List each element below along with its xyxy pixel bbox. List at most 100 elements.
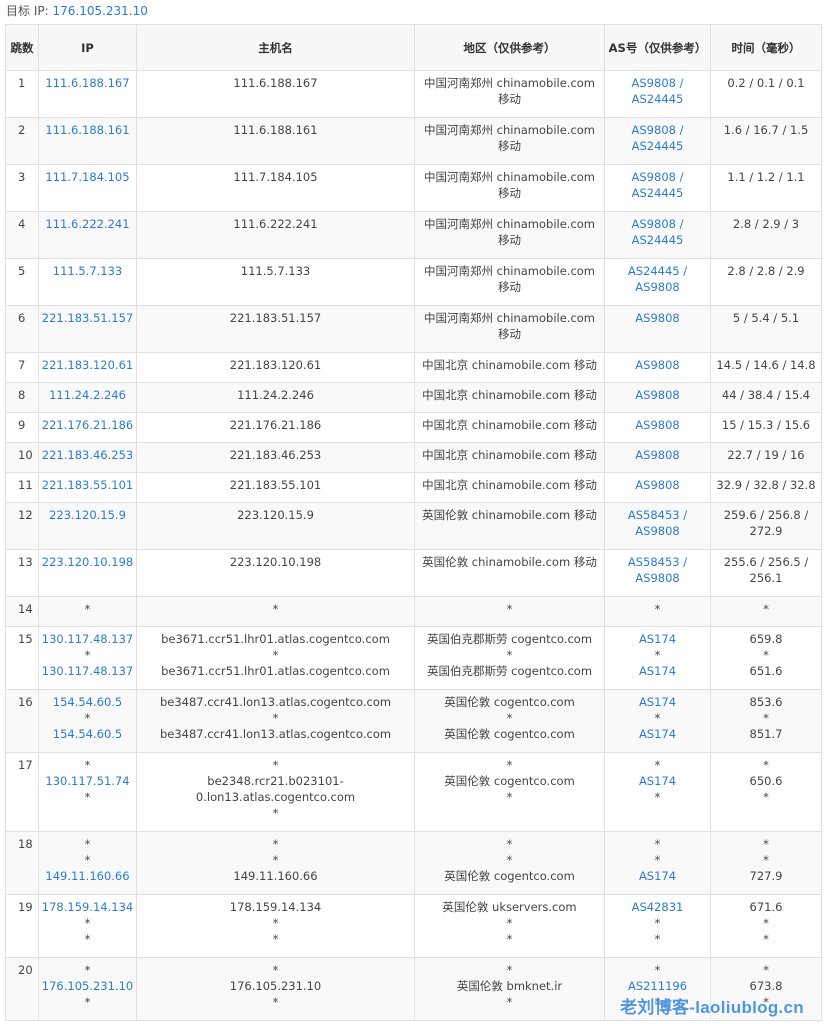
time-line: 44 / 38.4 / 15.4 [721,388,811,402]
ip-line[interactable]: 221.183.51.157 [41,310,134,326]
as-line[interactable]: AS24445 [607,232,708,248]
host-line: 111.6.188.161 [233,123,318,137]
time-line: 272.9 [749,524,783,538]
host-line: be3671.ccr51.lhr01.atlas.cogentco.com [161,664,390,678]
region-line: 英国伦敦 chinamobile.com 移动 [422,508,597,522]
region-cell: 中国河南郑州 chinamobile.com 移动 [414,70,605,118]
ip-cell: 111.6.222.241 [38,211,137,259]
table-row: 6 221.183.51.157 221.183.51.157 中国河南郑州 chin… [5,305,822,353]
as-line[interactable]: AS9808 / [607,122,708,138]
as-cell: AS9808 [604,305,711,353]
region-cell: 中国河南郑州 chinamobile.com 移动 [414,305,605,353]
as-line: * [654,648,661,662]
ip-cell: 221.183.120.61 [38,352,137,383]
ip-line[interactable]: 176.105.231.10 [41,978,134,994]
as-line[interactable]: AS9808 / [607,75,708,91]
as-line[interactable]: AS211196 [607,978,708,994]
as-line[interactable]: AS174 [607,631,708,647]
region-cell: 中国河南郑州 chinamobile.com 移动 [414,211,605,259]
ip-line[interactable]: 111.6.188.167 [41,75,134,91]
as-line[interactable]: AS9808 [607,417,708,433]
as-line[interactable]: AS9808 [607,310,708,326]
as-line[interactable]: AS9808 / [607,169,708,185]
as-line: * [654,916,661,930]
ip-line[interactable]: 154.54.60.5 [41,726,134,742]
time-line: 2.8 / 2.9 / 3 [732,217,800,231]
as-line[interactable]: AS9808 [607,447,708,463]
time-line: 259.6 / 256.8 / [723,508,809,522]
ip-line[interactable]: 221.183.46.253 [41,447,134,463]
hop-cell: 16 [5,689,39,753]
as-line[interactable]: AS174 [607,726,708,742]
as-line[interactable]: AS9808 [607,523,708,539]
ip-line[interactable]: 130.117.48.137 [41,663,134,679]
ip-line[interactable]: 223.120.15.9 [41,507,134,523]
table-row: 3 111.7.184.105 111.7.184.105 中国河南郑州 chinam… [5,164,822,212]
as-line[interactable]: AS174 [607,694,708,710]
as-line[interactable]: AS174 [607,773,708,789]
time-cell: 0.2 / 0.1 / 0.1 [710,70,822,118]
host-line: 111.5.7.133 [240,264,311,278]
region-line: * [506,711,513,725]
as-line[interactable]: AS58453 / [607,554,708,570]
as-line[interactable]: AS9808 [607,570,708,586]
ip-line[interactable]: 149.11.160.66 [41,868,134,884]
target-ip[interactable]: 176.105.231.10 [52,4,147,18]
hop-cell: 11 [5,472,39,503]
ip-line[interactable]: 130.117.48.137 [41,631,134,647]
as-cell: AS9808 [604,382,711,413]
ip-line[interactable]: 154.54.60.5 [41,694,134,710]
ip-line[interactable]: 111.7.184.105 [41,169,134,185]
header-hop: 跳数 [5,24,39,71]
as-line[interactable]: AS58453 / [607,507,708,523]
hostname-cell: * 176.105.231.10 * [136,957,415,1021]
region-line: * [506,790,513,804]
ip-cell: * 130.117.51.74 * [38,752,137,832]
as-cell: * AS174 * [604,752,711,832]
ip-line[interactable]: 221.183.55.101 [41,477,134,493]
ip-line[interactable]: 221.183.120.61 [41,357,134,373]
ip-line[interactable]: 111.6.188.161 [41,122,134,138]
ip-line[interactable]: 178.159.14.134 [41,899,134,915]
as-line[interactable]: AS9808 [607,279,708,295]
as-cell: AS9808 /AS24445 [604,70,711,118]
as-cell: AS9808 /AS24445 [604,211,711,259]
as-line[interactable]: AS24445 [607,138,708,154]
host-line: * [272,806,279,820]
table-row: 15 130.117.48.137 * 130.117.48.137 be3671.cc… [5,626,822,690]
region-line: 中国河南郑州 chinamobile.com 移动 [423,311,596,341]
time-line: 1.1 / 1.2 / 1.1 [727,170,805,184]
region-line: 中国河南郑州 chinamobile.com 移动 [423,264,596,294]
time-line: * [763,853,769,867]
region-cell: 英国伦敦 chinamobile.com 移动 [414,502,605,550]
host-line: 111.6.188.167 [233,76,318,90]
as-line[interactable]: AS9808 [607,357,708,373]
as-cell: AS9808 [604,442,711,473]
hop-cell: 10 [5,442,39,473]
as-line[interactable]: AS9808 [607,477,708,493]
time-cell: 15 / 15.3 / 15.6 [710,412,822,443]
as-line[interactable]: AS9808 [607,387,708,403]
as-line[interactable]: AS9808 / [607,216,708,232]
as-line[interactable]: AS42831 [607,899,708,915]
host-line: be2348.rcr21.b023101- [207,774,344,788]
time-line: 671.6 [749,900,783,914]
as-line[interactable]: AS24445 [607,185,708,201]
ip-line[interactable]: 111.5.7.133 [41,263,134,279]
host-line: 0.lon13.atlas.cogentco.com [195,790,356,804]
hostname-cell: 178.159.14.134 * * [136,894,415,958]
ip-line[interactable]: 221.176.21.186 [41,417,134,433]
ip-line[interactable]: 111.24.2.246 [41,387,134,403]
hop-cell: 19 [5,894,39,958]
as-line[interactable]: AS174 [607,663,708,679]
ip-line[interactable]: 111.6.222.241 [41,216,134,232]
table-row: 1 111.6.188.167 111.6.188.167 中国河南郑州 chinam… [5,70,822,118]
ip-line[interactable]: 130.117.51.74 [41,773,134,789]
host-line: 221.183.46.253 [229,448,322,462]
as-line[interactable]: AS24445 / [607,263,708,279]
ip-line[interactable]: 223.120.10.198 [41,554,134,570]
time-line: 1.6 / 16.7 / 1.5 [723,123,809,137]
as-line[interactable]: AS24445 [607,91,708,107]
as-line[interactable]: AS174 [607,868,708,884]
as-cell: * * AS174 [604,831,711,895]
